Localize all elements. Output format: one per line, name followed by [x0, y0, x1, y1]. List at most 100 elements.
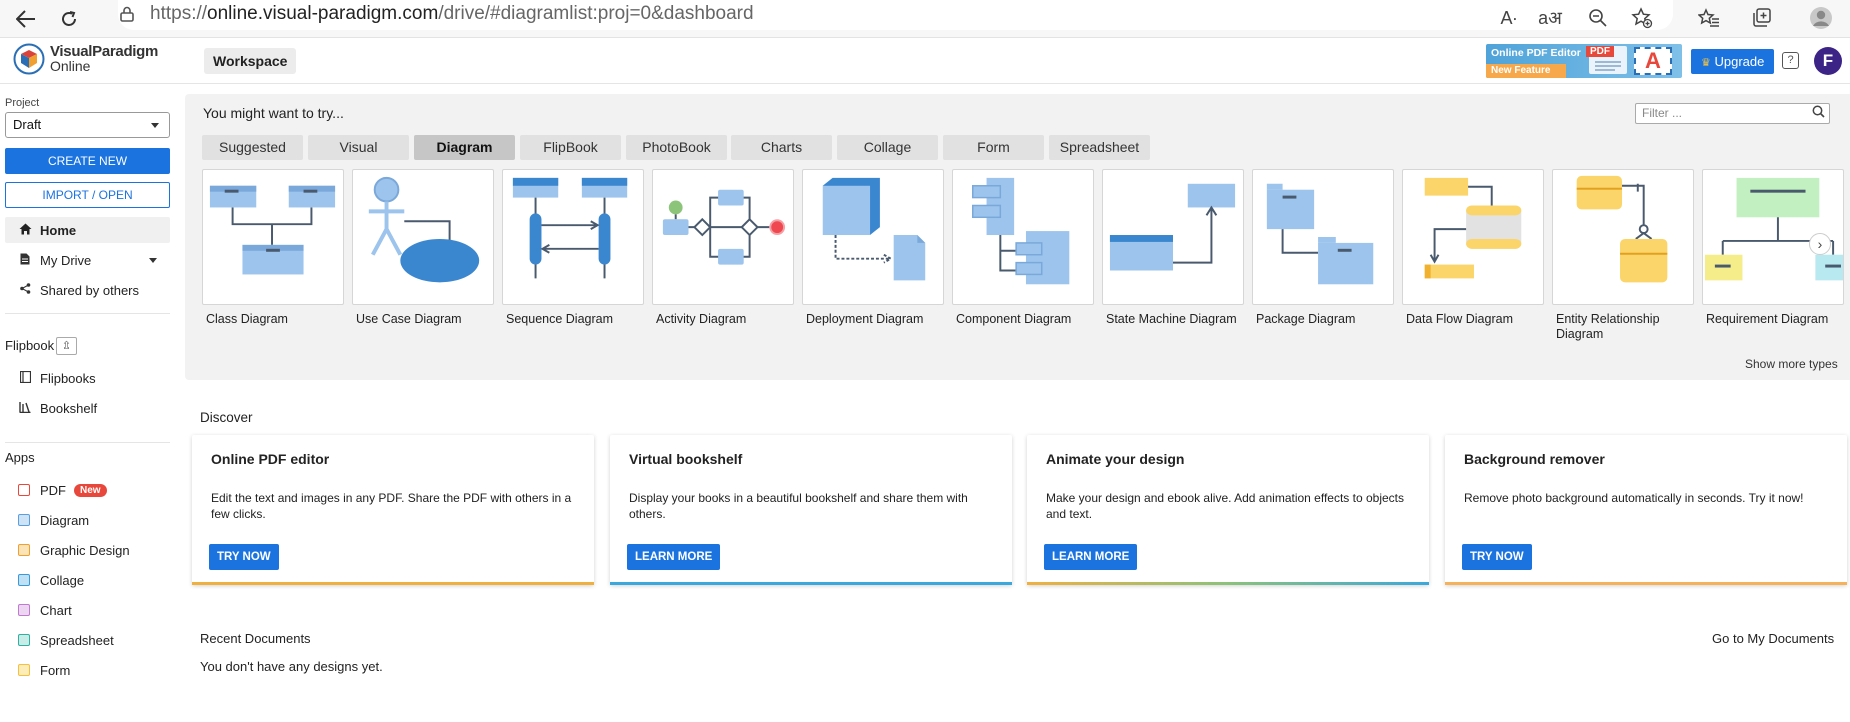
upload-icon[interactable]: ⇫ — [56, 337, 77, 355]
diagram-app-icon — [18, 514, 30, 526]
upgrade-label: Upgrade — [1714, 54, 1765, 69]
show-more-types-link[interactable]: Show more types — [1745, 357, 1838, 371]
upgrade-button[interactable]: ♛ Upgrade — [1691, 49, 1775, 74]
chevron-right-icon[interactable]: › — [1809, 233, 1831, 255]
tab-photobook[interactable]: PhotoBook — [626, 135, 727, 160]
tab-spreadsheet[interactable]: Spreadsheet — [1049, 135, 1150, 160]
use-case-diagram-card[interactable] — [352, 169, 494, 305]
book-icon — [18, 370, 32, 386]
favorites-icon[interactable] — [1694, 3, 1724, 33]
app-header: VisualParadigm Online Workspace Online P… — [0, 38, 1850, 84]
pdf-editor-banner[interactable]: Online PDF Editor New Feature PDF A — [1486, 44, 1682, 78]
component-diagram-card[interactable] — [952, 169, 1094, 305]
add-favorite-icon[interactable] — [1627, 3, 1657, 33]
card-label: Entity Relationship Diagram — [1556, 312, 1660, 341]
card-label: Class Diagram — [206, 312, 288, 326]
tab-diagram[interactable]: Diagram — [414, 135, 515, 160]
sidebar-item-flipbooks[interactable]: Flipbooks — [5, 365, 170, 391]
user-avatar[interactable]: F — [1814, 47, 1842, 75]
home-icon — [18, 223, 32, 238]
tab-suggested[interactable]: Suggested — [202, 135, 303, 160]
entity-relationship-diagram-thumbnail — [1576, 175, 1668, 283]
visual-paradigm-logo[interactable]: VisualParadigm Online — [13, 43, 158, 75]
chevron-down-icon[interactable] — [149, 258, 157, 263]
entity-relationship-diagram-card[interactable] — [1552, 169, 1694, 305]
project-select[interactable]: Draft — [5, 112, 170, 138]
card-label: Requirement Diagram — [1706, 312, 1829, 326]
state-machine-diagram-card[interactable] — [1102, 169, 1244, 305]
sidebar-item-home[interactable]: Home — [5, 217, 170, 243]
package-diagram-card[interactable] — [1252, 169, 1394, 305]
activity-diagram-thumbnail — [662, 189, 786, 265]
project-label: Project — [5, 97, 40, 109]
sequence-diagram-card[interactable] — [502, 169, 644, 305]
sidebar-item-chart[interactable]: Chart — [5, 597, 170, 623]
zoom-out-icon[interactable] — [1583, 3, 1613, 33]
state-machine-diagram-thumbnail — [1109, 183, 1236, 271]
activity-diagram-card[interactable] — [652, 169, 794, 305]
sidebar-item-form[interactable]: Form — [5, 657, 170, 683]
help-icon[interactable]: ? — [1782, 52, 1799, 69]
tab-flipbook[interactable]: FlipBook — [520, 135, 621, 160]
sidebar-item-graphic-design[interactable]: Graphic Design — [5, 537, 170, 563]
learn-more-button[interactable]: LEARN MORE — [627, 544, 721, 570]
data-flow-diagram-card[interactable] — [1402, 169, 1544, 305]
back-icon[interactable] — [9, 2, 43, 36]
read-aloud-icon[interactable]: A∙ — [1494, 3, 1524, 33]
card-label: Deployment Diagram — [806, 312, 924, 326]
deployment-diagram-card[interactable] — [802, 169, 944, 305]
sidebar-item-label: Home — [40, 222, 77, 238]
try-now-button[interactable]: TRY NOW — [1462, 544, 1532, 570]
class-diagram-thumbnail — [209, 185, 336, 275]
sidebar-item-my-drive[interactable]: My Drive — [5, 247, 170, 273]
sidebar-item-label: Shared by others — [40, 282, 140, 298]
card-label: State Machine Diagram — [1106, 312, 1237, 326]
discover-card-background-remover: Background remover Remove photo backgrou… — [1445, 435, 1847, 585]
translate-icon[interactable]: aअ — [1535, 3, 1565, 33]
pdf-app-icon — [18, 484, 30, 496]
go-to-my-documents-link[interactable]: Go to My Documents — [1712, 631, 1834, 646]
card-label: Package Diagram — [1256, 312, 1356, 326]
filter-input[interactable]: Filter ... — [1635, 103, 1830, 124]
refresh-icon[interactable] — [52, 2, 86, 36]
learn-more-button[interactable]: LEARN MORE — [1044, 544, 1138, 570]
import-open-button[interactable]: IMPORT / OPEN — [5, 182, 170, 208]
workspace-button[interactable]: Workspace — [204, 48, 297, 74]
divider — [5, 442, 170, 443]
discover-card-description: Edit the text and images in any PDF. Sha… — [211, 491, 572, 521]
create-new-button[interactable]: CREATE NEW — [5, 148, 170, 174]
deployment-diagram-thumbnail — [822, 177, 926, 281]
sidebar-item-pdf[interactable]: PDF New — [5, 477, 170, 503]
logo-icon — [13, 43, 45, 75]
form-app-icon — [18, 664, 30, 676]
class-diagram-card[interactable] — [202, 169, 344, 305]
project-select-value: Draft — [13, 117, 42, 132]
bookshelf-icon — [18, 401, 32, 416]
share-icon — [18, 283, 32, 297]
file-icon — [18, 253, 32, 268]
package-diagram-thumbnail — [1266, 183, 1374, 285]
collage-app-icon — [18, 574, 30, 586]
tab-form[interactable]: Form — [943, 135, 1044, 160]
search-icon[interactable] — [1812, 105, 1825, 121]
filter-placeholder: Filter ... — [1642, 106, 1683, 120]
sidebar-item-spreadsheet[interactable]: Spreadsheet — [5, 627, 170, 653]
browser-toolbar: https://online.visual-paradigm.com/drive… — [0, 0, 1850, 38]
try-now-button[interactable]: TRY NOW — [209, 544, 279, 570]
tab-charts[interactable]: Charts — [731, 135, 832, 160]
caret-down-icon — [151, 123, 159, 128]
url-scheme: https:// — [150, 3, 208, 24]
sidebar-item-bookshelf[interactable]: Bookshelf — [5, 395, 170, 421]
apps-heading: Apps — [5, 450, 35, 465]
discover-card-description: Remove photo background automatically in… — [1464, 491, 1804, 505]
collections-icon[interactable] — [1747, 3, 1777, 33]
sidebar-item-collage[interactable]: Collage — [5, 567, 170, 593]
sidebar-item-label: Graphic Design — [40, 542, 130, 558]
sidebar-item-diagram[interactable]: Diagram — [5, 507, 170, 533]
translate-glyph: aअ — [1538, 8, 1562, 28]
tab-visual[interactable]: Visual — [308, 135, 409, 160]
profile-icon[interactable] — [1806, 3, 1836, 33]
tab-collage[interactable]: Collage — [837, 135, 938, 160]
sidebar-item-shared[interactable]: Shared by others — [5, 277, 170, 303]
accent-bar — [1027, 582, 1429, 585]
